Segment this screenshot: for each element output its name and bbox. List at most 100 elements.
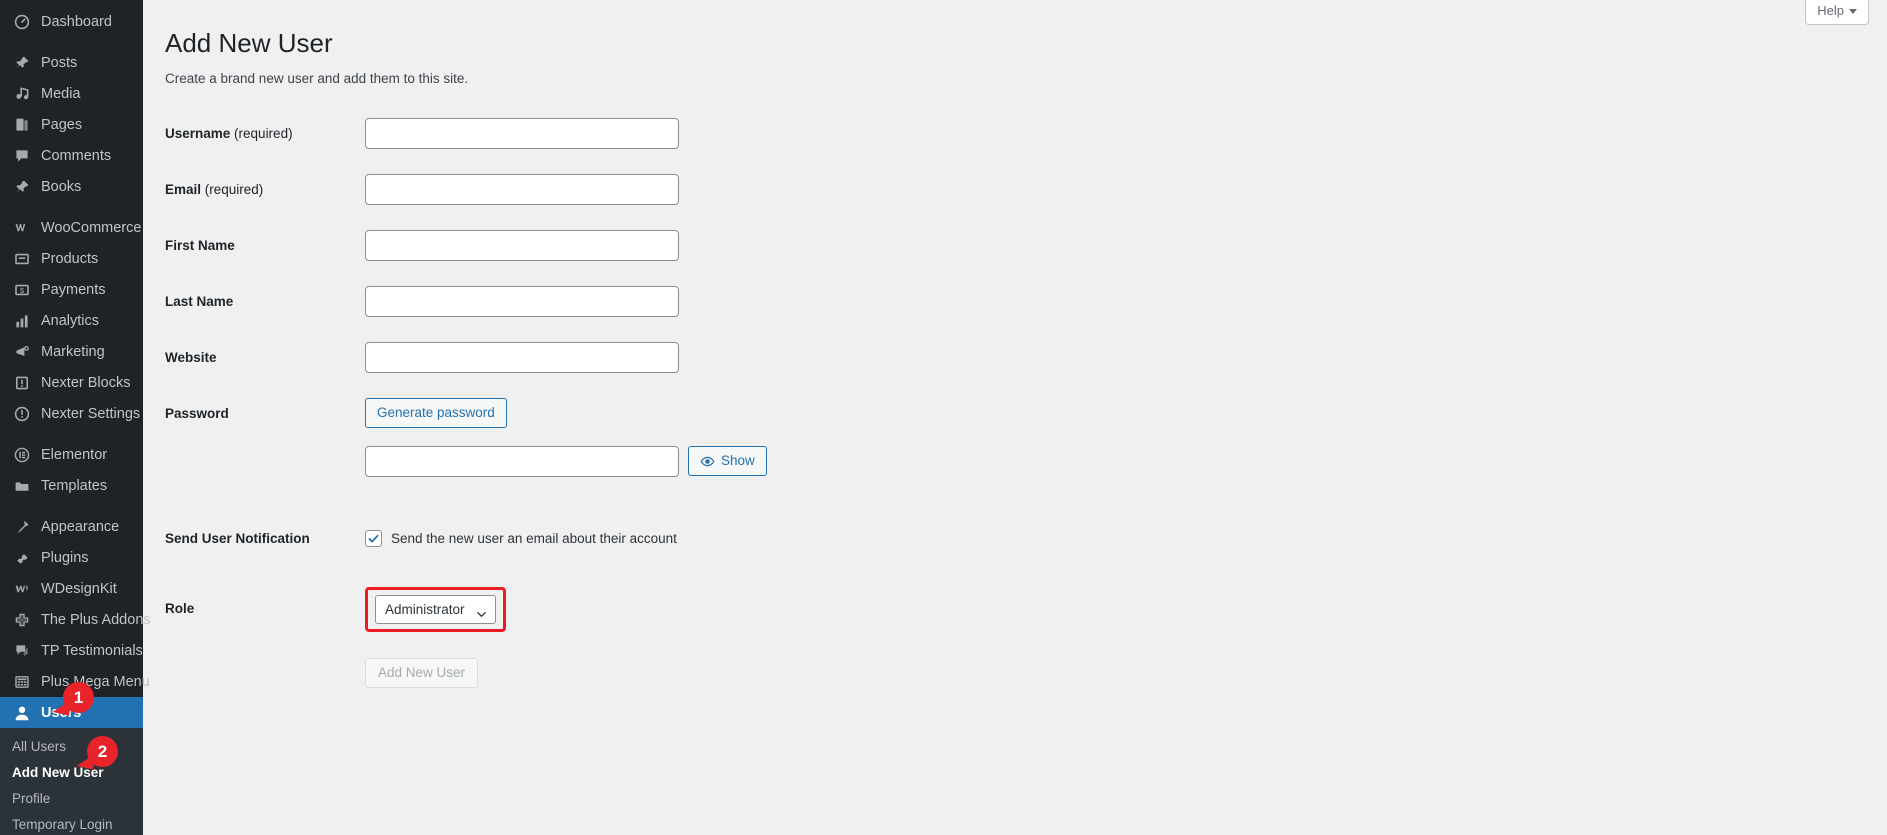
main-content: Help Add New User Create a brand new use… (143, 0, 1887, 835)
website-control (365, 340, 679, 373)
sidebar-item-nexter-settings[interactable]: Nexter Settings (0, 398, 143, 429)
submit-row: Add New User (165, 657, 1887, 688)
callout-badge-2: 2 (87, 736, 118, 767)
sidebar-item-tp-testimonials[interactable]: TP Testimonials (0, 635, 143, 666)
sidebar-item-label: Plus Mega Menu (41, 673, 150, 690)
testimonials-icon (12, 641, 32, 661)
page-subtitle: Create a brand new user and add them to … (165, 70, 469, 86)
sidebar-item-analytics[interactable]: Analytics (0, 305, 143, 336)
woocommerce-icon (12, 218, 32, 238)
help-tab-button[interactable]: Help (1805, 0, 1869, 25)
role-select[interactable]: SubscriberContributorAuthorEditorAdminis… (375, 594, 496, 624)
website-label-text: Website (165, 349, 217, 365)
pin-icon (12, 177, 32, 197)
sidebar-item-pages[interactable]: Pages (0, 109, 143, 140)
appearance-icon (12, 517, 32, 537)
email-input[interactable] (365, 173, 679, 205)
field-spacer (165, 261, 1887, 284)
sidebar-item-label: Templates (41, 477, 108, 494)
nexter-blocks-icon (12, 373, 32, 393)
sidebar-item-appearance[interactable]: Appearance (0, 511, 143, 542)
first-name-label-text: First Name (165, 237, 235, 253)
users-submenu: All Users Add New User Profile Temporary Lo… (0, 728, 143, 835)
send-notification-checkbox[interactable] (365, 529, 382, 547)
menu-separator (0, 429, 143, 439)
role-row: Role SubscriberContributorAuthorEditorAd… (165, 585, 1887, 632)
analytics-icon (12, 311, 32, 331)
sidebar-item-books[interactable]: Books (0, 171, 143, 202)
menu-separator (0, 501, 143, 511)
password-row: Password Generate password Show (165, 396, 1887, 477)
sidebar-item-dashboard[interactable]: Dashboard (0, 6, 143, 37)
sidebar-item-label: Marketing (41, 343, 105, 360)
admin-sidebar: Dashboard Posts Media Pages Comments Books Woo… (0, 0, 151, 835)
mega-menu-icon (12, 672, 32, 692)
role-control: SubscriberContributorAuthorEditorAdminis… (365, 585, 506, 632)
marketing-icon (12, 342, 32, 362)
products-icon (12, 249, 32, 269)
elementor-icon (12, 445, 32, 465)
field-spacer (165, 149, 1887, 172)
sidebar-item-the-plus-addons[interactable]: The Plus Addons (0, 604, 151, 635)
last-name-row: Last Name (165, 284, 1887, 317)
show-password-button[interactable]: Show (688, 446, 767, 477)
sidebar-item-label: Nexter Blocks (41, 374, 131, 391)
sidebar-item-products[interactable]: Products (0, 243, 143, 274)
sidebar-item-wdesignkit[interactable]: WDesignKit (0, 573, 143, 604)
password-label: Password (165, 405, 229, 421)
eye-icon (700, 454, 715, 469)
sidebar-item-posts[interactable]: Posts (0, 47, 143, 78)
sidebar-item-plugins[interactable]: Plugins (0, 542, 143, 573)
add-new-user-submit-button[interactable]: Add New User (365, 657, 479, 688)
field-spacer (165, 205, 1887, 228)
pages-icon (12, 115, 32, 135)
send-notification-checkbox-label: Send the new user an email about their a… (391, 530, 677, 546)
page-title: Add New User (165, 28, 333, 58)
admin-menu-list: Dashboard Posts Media Pages Comments Books Woo… (0, 6, 151, 697)
username-control (365, 116, 679, 149)
sidebar-item-marketing[interactable]: Marketing (0, 336, 143, 367)
sidebar-item-woocommerce[interactable]: WooCommerce (0, 212, 143, 243)
pin-icon (12, 53, 32, 73)
sidebar-item-label: Plugins (41, 549, 89, 566)
svg-text:$: $ (20, 285, 24, 294)
sidebar-item-label: Pages (41, 116, 83, 133)
submenu-item-profile[interactable]: Profile (0, 786, 143, 812)
submenu-item-temporary-login[interactable]: Temporary Login (0, 812, 143, 835)
sidebar-item-label: Comments (41, 147, 112, 164)
send-notification-control: Send the new user an email about their a… (365, 521, 677, 547)
sidebar-item-media[interactable]: Media (0, 78, 143, 109)
last-name-input[interactable] (365, 285, 679, 317)
sidebar-item-label: Elementor (41, 446, 108, 463)
plus-addons-icon (12, 610, 32, 630)
generate-password-button[interactable]: Generate password (365, 397, 507, 428)
sidebar-item-elementor[interactable]: Elementor (0, 439, 143, 470)
send-notification-label: Send User Notification (165, 530, 310, 546)
submenu-item-all-users[interactable]: All Users (0, 734, 143, 760)
username-row: Username (required) (165, 116, 1887, 149)
submenu-item-add-new-user[interactable]: Add New User (0, 760, 143, 786)
last-name-control (365, 284, 679, 317)
username-input[interactable] (365, 117, 679, 149)
menu-separator (0, 202, 143, 212)
email-label: Email (required) (165, 172, 365, 200)
email-row: Email (required) (165, 172, 1887, 205)
website-label: Website (165, 340, 365, 368)
sidebar-item-nexter-blocks[interactable]: Nexter Blocks (0, 367, 143, 398)
first-name-row: First Name (165, 228, 1887, 261)
plugins-icon (12, 548, 32, 568)
sidebar-item-templates[interactable]: Templates (0, 470, 143, 501)
last-name-label-text: Last Name (165, 293, 234, 309)
sidebar-item-label: Products (41, 250, 99, 267)
chevron-down-icon (1849, 8, 1857, 14)
sidebar-item-label: Appearance (41, 518, 120, 535)
password-input[interactable] (365, 445, 679, 477)
text-field-rows: Username (required) Email (required) First… (165, 116, 1887, 373)
sidebar-item-comments[interactable]: Comments (0, 140, 143, 171)
first-name-input[interactable] (365, 229, 679, 261)
website-input[interactable] (365, 341, 679, 373)
first-name-label: First Name (165, 228, 365, 256)
sidebar-item-payments[interactable]: $ Payments (0, 274, 143, 305)
templates-icon (12, 476, 32, 496)
users-icon (12, 703, 32, 723)
